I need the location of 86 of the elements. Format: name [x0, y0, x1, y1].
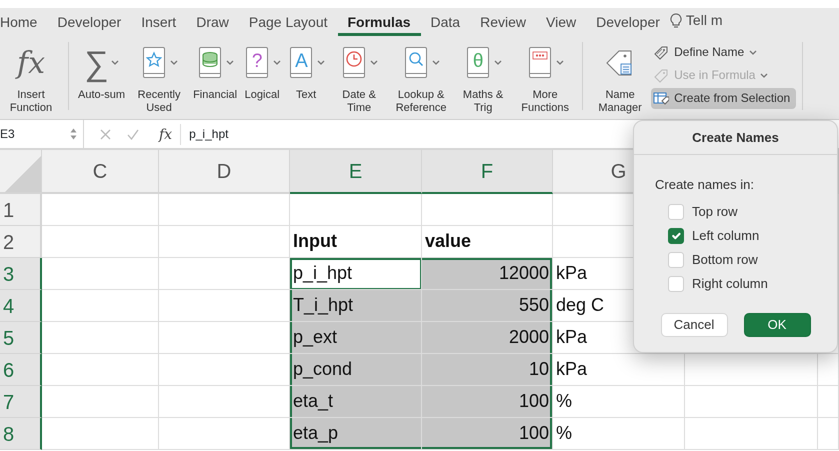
name-manager-button[interactable]: Name Manager [589, 42, 652, 113]
table-cell: 2000 [422, 322, 553, 354]
row-header[interactable]: 3 [0, 258, 42, 290]
function-category-button[interactable]: ∑ Auto-sum [75, 42, 128, 100]
name-box[interactable]: E3 [0, 120, 84, 148]
row-header[interactable]: 4 [0, 290, 42, 322]
chevron-down-icon [226, 60, 234, 66]
table-cell: % [553, 418, 685, 450]
function-category-button[interactable]: A Text [284, 42, 328, 100]
ribbon-tab[interactable]: Data [420, 13, 470, 36]
tell-me-search[interactable]: Tell m [686, 10, 722, 31]
name-command-button[interactable]: Create from Selection [651, 88, 796, 109]
table-cell: 550 [422, 290, 553, 322]
option-label: Right column [692, 275, 768, 294]
table-cell: p_cond [290, 354, 422, 386]
ribbon-tab[interactable]: Insert [131, 13, 186, 36]
name-command-button[interactable]: Define Name [651, 42, 796, 63]
table-cell: eta_t [290, 386, 422, 418]
chevron-down-icon [170, 60, 178, 66]
cancel-icon [100, 128, 111, 140]
ribbon-tab[interactable]: Developer [586, 13, 670, 36]
function-category-button[interactable]: More Functions [514, 42, 576, 113]
ok-button[interactable]: OK [744, 313, 810, 336]
row-header[interactable]: 1 [0, 194, 42, 226]
option-label: Top row [692, 203, 738, 222]
icon-glyph: ? [251, 50, 264, 71]
column-header[interactable]: E [290, 150, 422, 194]
stepper-icon [70, 128, 77, 140]
row-header[interactable]: 6 [0, 354, 42, 386]
chevron-down-icon [317, 60, 326, 66]
ribbon-tab[interactable]: Developer [47, 13, 132, 36]
insert-function-button[interactable]: fx Insert Function [0, 42, 62, 113]
chevron-down-icon [494, 60, 502, 66]
ribbon-tab[interactable]: Page Layout [238, 13, 338, 36]
ribbon-tab[interactable]: Formulas [338, 13, 421, 36]
function-category-button[interactable]: θ Maths & Trig [452, 42, 514, 113]
row-header[interactable]: 8 [0, 418, 42, 450]
function-category-button[interactable]: Recently Used [128, 42, 190, 113]
lightbulb-icon [670, 12, 682, 28]
option-label: Bottom row [692, 251, 758, 270]
table-cell: T_i_hpt [290, 290, 422, 322]
option-label: Left column [692, 227, 760, 246]
table-cell: p_i_hpt [290, 258, 422, 290]
sum-glyph: ∑ [84, 46, 109, 80]
chevron-down-icon [432, 60, 440, 66]
cancel-button[interactable]: Cancel [660, 313, 728, 336]
table-icon [653, 91, 670, 106]
table-cell: 10 [422, 354, 553, 386]
chevron-down-icon [370, 60, 378, 66]
column-header[interactable]: D [159, 150, 290, 194]
column-header[interactable]: C [42, 150, 159, 194]
tag-icon [653, 45, 670, 60]
table-cell: p_ext [290, 322, 422, 354]
tag-icon [653, 68, 670, 83]
table-cell [818, 386, 839, 418]
table-cell [818, 354, 839, 386]
chevron-down-icon [556, 60, 564, 66]
dialog-title: Create Names [634, 121, 837, 154]
table-cell [818, 418, 839, 450]
formula-field[interactable]: p_i_hpt [181, 125, 228, 143]
ribbon-tab[interactable]: Draw [186, 13, 239, 36]
ribbon-tab[interactable]: Home [0, 13, 48, 36]
function-glyph: fx [16, 46, 46, 80]
checkbox[interactable] [668, 228, 684, 244]
table-cell: 12000 [422, 258, 553, 290]
ribbon-tab[interactable]: Review [470, 13, 536, 36]
function-category-button[interactable]: Lookup & Reference [390, 42, 452, 113]
ribbon-tab[interactable]: View [536, 13, 586, 36]
row-header[interactable]: 2 [0, 226, 42, 258]
function-category-button[interactable]: Date & Time [328, 42, 390, 113]
table-cell: kPa [553, 354, 685, 386]
table-cell: 100 [422, 418, 553, 450]
chevron-down-icon [273, 60, 282, 66]
table-cell: eta_p [290, 418, 422, 450]
insert-function-label[interactable]: fx [155, 124, 182, 144]
check-icon [127, 128, 139, 140]
icon-glyph: θ [472, 50, 484, 71]
row-header[interactable]: 5 [0, 322, 42, 354]
column-header[interactable]: F [422, 150, 553, 194]
table-cell: 100 [422, 386, 553, 418]
function-category-button[interactable]: ? Logical [240, 42, 284, 100]
table-cell: % [553, 386, 685, 418]
row-header[interactable]: 7 [0, 386, 42, 418]
chevron-down-icon [110, 60, 119, 66]
function-category-button[interactable]: Financial [190, 42, 240, 100]
icon-glyph: A [295, 50, 308, 71]
